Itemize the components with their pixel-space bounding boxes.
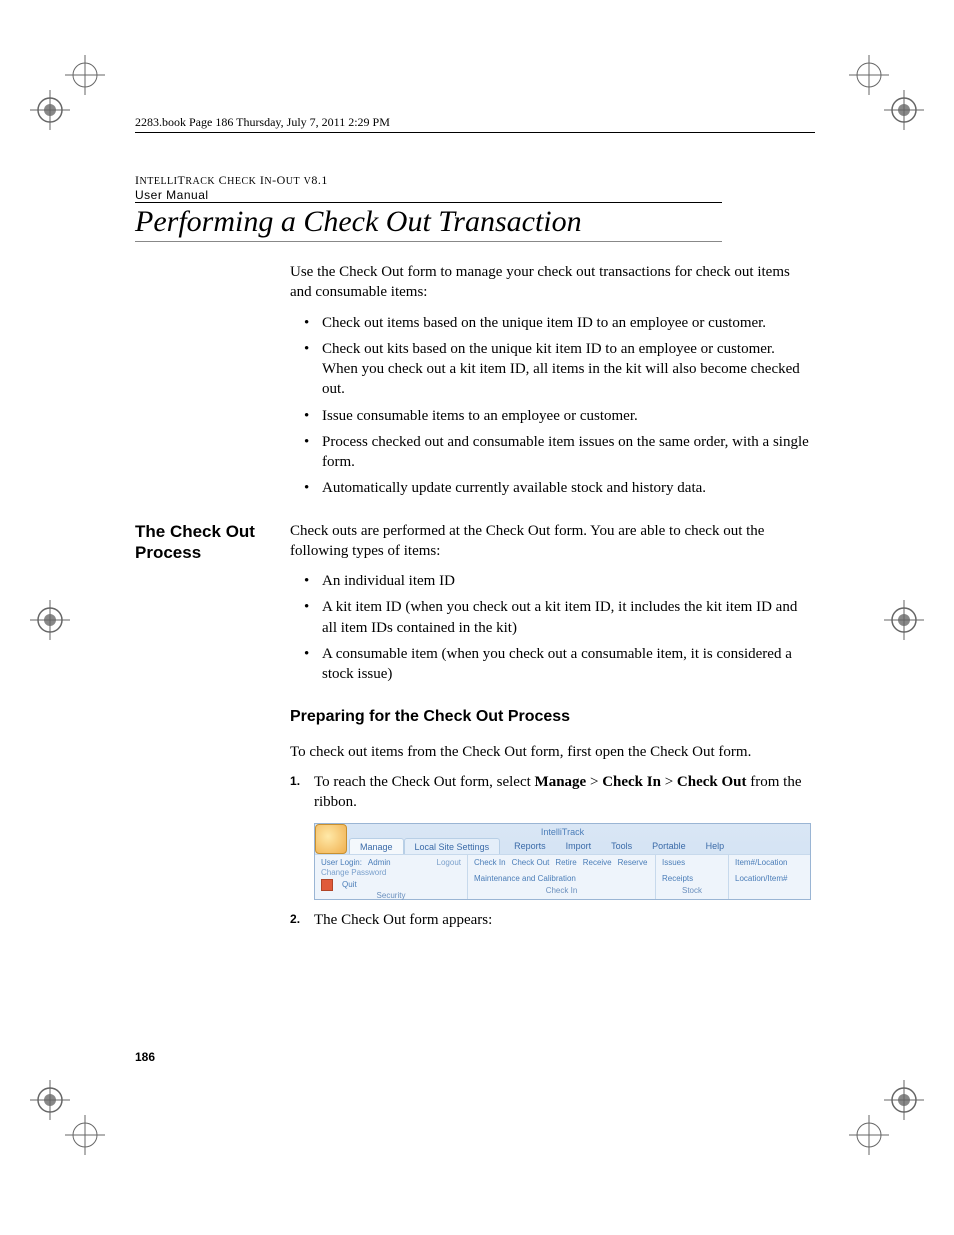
list-item: Process checked out and consumable item …	[308, 432, 810, 473]
ss-btn-receipts: Receipts	[662, 874, 693, 885]
page-number: 186	[135, 1050, 155, 1064]
ss-tabs: Manage Local Site Settings Reports Impor…	[349, 838, 734, 855]
ss-tab-manage: Manage	[349, 838, 404, 855]
ss-tab-tools: Tools	[601, 838, 642, 855]
quit-icon	[321, 879, 333, 891]
crop-mark-icon	[849, 1115, 889, 1155]
crop-mark-icon	[30, 600, 70, 640]
ss-user-login-label: User Login:	[321, 858, 362, 869]
crop-mark-icon	[65, 55, 105, 95]
steps-list: To reach the Check Out form, select Mana…	[290, 772, 810, 930]
ss-btn-item-location: Item#/Location	[735, 858, 787, 869]
crop-mark-icon	[884, 90, 924, 130]
crop-mark-icon	[65, 1115, 105, 1155]
list-item: Issue consumable items to an employee or…	[308, 406, 810, 426]
ss-change-password: Change Password	[321, 868, 386, 879]
intro-bullet-list: Check out items based on the unique item…	[290, 313, 810, 499]
list-item: A kit item ID (when you check out a kit …	[308, 597, 810, 638]
prep-paragraph: To check out items from the Check Out fo…	[290, 742, 810, 762]
ss-tab-portable: Portable	[642, 838, 696, 855]
ss-tab-reports: Reports	[504, 838, 556, 855]
step-item: To reach the Check Out form, select Mana…	[290, 772, 810, 900]
ss-window-title: IntelliTrack	[541, 826, 584, 838]
crop-mark-icon	[30, 1080, 70, 1120]
crop-mark-icon	[884, 1080, 924, 1120]
section-title: Performing a Check Out Transaction	[135, 202, 722, 242]
ss-btn-reserve: Reserve	[618, 858, 648, 869]
ss-btn-maintenance: Maintenance and Calibration	[474, 874, 576, 885]
book-header: 2283.book Page 186 Thursday, July 7, 201…	[135, 115, 815, 133]
list-item: An individual item ID	[308, 571, 810, 591]
crop-mark-icon	[30, 90, 70, 130]
ss-tab-local-site: Local Site Settings	[404, 838, 501, 855]
ss-group-security: Security	[321, 891, 461, 902]
process-paragraph: Check outs are performed at the Check Ou…	[290, 521, 810, 562]
ss-quit: Quit	[342, 880, 357, 891]
ribbon-screenshot: IntelliTrack Manage Local Site Settings …	[314, 823, 811, 900]
step-item: The Check Out form appears:	[290, 910, 810, 930]
ss-tab-import: Import	[556, 838, 602, 855]
crop-mark-icon	[884, 600, 924, 640]
side-heading-checkout-process: The Check Out Process	[135, 521, 275, 564]
list-item: Check out items based on the unique item…	[308, 313, 810, 333]
ss-btn-issues: Issues	[662, 858, 685, 869]
intro-paragraph: Use the Check Out form to manage your ch…	[290, 262, 810, 303]
ss-btn-location-item: Location/Item#	[735, 874, 787, 885]
ss-logout: Logout	[437, 858, 461, 869]
list-item: A consumable item (when you check out a …	[308, 644, 810, 685]
list-item: Check out kits based on the unique kit i…	[308, 339, 810, 400]
ss-btn-retire: Retire	[555, 858, 576, 869]
ss-tab-help: Help	[696, 838, 735, 855]
sub-heading-preparing: Preparing for the Check Out Process	[290, 706, 810, 728]
ss-btn-checkout: Check Out	[512, 858, 550, 869]
process-bullet-list: An individual item ID A kit item ID (whe…	[290, 571, 810, 684]
crop-mark-icon	[849, 55, 889, 95]
ss-btn-checkin: Check In	[474, 858, 506, 869]
ss-group-stock: Stock	[662, 886, 722, 897]
office-button-icon	[315, 824, 347, 854]
running-head-sub: User Manual	[135, 188, 815, 202]
ss-btn-receive: Receive	[583, 858, 612, 869]
list-item: Automatically update currently available…	[308, 478, 810, 498]
ss-user-login-value: Admin	[368, 858, 391, 869]
running-head: INTELLITRACK CHECK IN-OUT V8.1 User Manu…	[135, 173, 815, 202]
ss-group-checkin: Check In	[474, 886, 649, 897]
